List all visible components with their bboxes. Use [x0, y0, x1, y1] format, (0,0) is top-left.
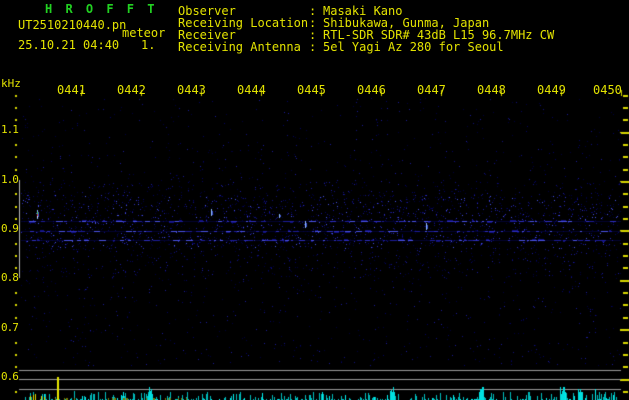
x-axis-tick-label: 0444	[237, 83, 266, 97]
info-label: Receiving Antenna	[178, 40, 301, 54]
capture-datetime: 25.10.21 04:40	[18, 38, 120, 52]
x-axis-tick-label: 0449	[537, 83, 566, 97]
y-axis-tick-label: 0.6	[1, 370, 19, 383]
spectrogram-bitmap	[0, 0, 629, 400]
x-axis-tick-label: 0442	[117, 83, 146, 97]
x-axis-tick-label: 0446	[357, 83, 386, 97]
hrofft-spectrogram-screen: H R O F F T UT2510210440.pn meteor 25.10…	[0, 0, 629, 400]
app-title: H R O F F T	[45, 2, 158, 16]
x-axis-tick-label: 0445	[297, 83, 326, 97]
y-axis-tick-label: 0.7	[1, 321, 19, 334]
y-axis-tick-label: 1.0	[1, 173, 19, 186]
echo-count: 1.	[141, 38, 156, 52]
y-axis-tick-label: 1.1	[1, 123, 19, 136]
info-colon: :	[309, 40, 317, 54]
y-axis-unit-label: kHz	[1, 77, 21, 90]
x-axis-tick-label: 0441	[57, 83, 86, 97]
x-axis-tick-label: 0443	[177, 83, 206, 97]
info-value: 5el Yagi Az 280 for Seoul	[323, 40, 504, 54]
y-axis-tick-label: 0.9	[1, 222, 19, 235]
capture-filename: UT2510210440.pn	[18, 18, 127, 32]
y-axis-tick-label: 0.8	[1, 271, 19, 284]
x-axis-tick-label: 0448	[477, 83, 506, 97]
x-axis-tick-label: 0450	[593, 83, 622, 97]
x-axis-tick-label: 0447	[417, 83, 446, 97]
